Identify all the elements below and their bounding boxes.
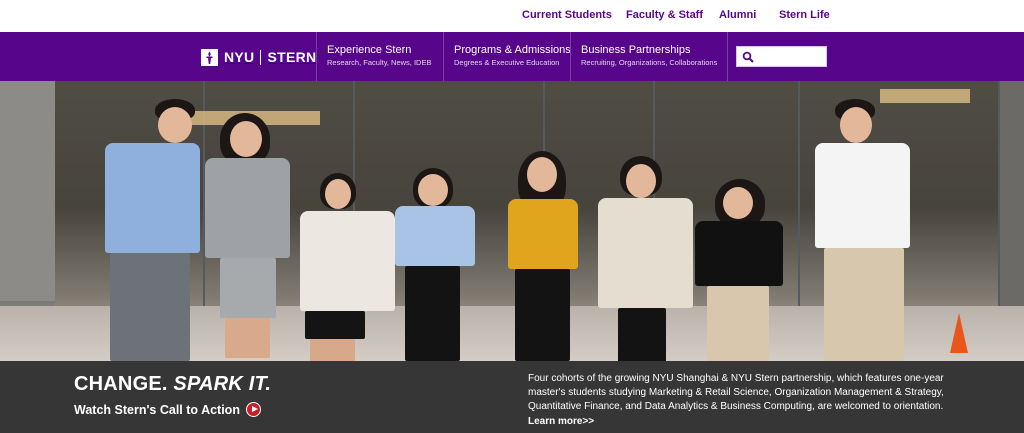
utility-link-current-students[interactable]: Current Students [522, 9, 612, 21]
main-nav: NYU STERN Experience Stern Research, Fac… [0, 32, 1024, 81]
nav-item-title: Experience Stern [327, 44, 412, 56]
banner-headline: CHANGE. SPARK IT. [74, 373, 271, 396]
nyu-stern-logo[interactable]: NYU STERN [201, 48, 316, 66]
logo-text-nyu: NYU [224, 49, 255, 65]
nav-divider [727, 32, 728, 81]
headline-main: CHANGE. [74, 373, 168, 395]
hero-photo [0, 81, 1024, 361]
search-icon[interactable] [742, 51, 754, 63]
logo-divider [260, 49, 262, 65]
nav-item-business-partnerships[interactable]: Business Partnerships Recruiting, Organi… [570, 32, 727, 81]
logo-wordmark: NYU STERN [224, 49, 316, 65]
torch-icon [201, 48, 218, 66]
traffic-cone [950, 313, 968, 353]
watch-call-to-action-link[interactable]: Watch Stern's Call to Action [74, 402, 261, 417]
nav-item-subtitle: Degrees & Executive Education [454, 58, 560, 67]
nav-item-programs-admissions[interactable]: Programs & Admissions Degrees & Executiv… [443, 32, 571, 81]
utility-link-faculty-staff[interactable]: Faculty & Staff [626, 9, 703, 21]
nav-item-title: Business Partnerships [581, 44, 691, 56]
utility-link-alumni[interactable]: Alumni [719, 9, 756, 21]
utility-link-stern-life[interactable]: Stern Life [779, 9, 830, 21]
cta-label: Watch Stern's Call to Action [74, 402, 240, 417]
nav-item-subtitle: Recruiting, Organizations, Collaboration… [581, 58, 718, 67]
play-circle-icon[interactable] [245, 402, 261, 417]
search-box[interactable] [736, 46, 827, 67]
nav-item-title: Programs & Admissions [454, 44, 571, 56]
banner-description: Four cohorts of the growing NYU Shanghai… [528, 373, 944, 412]
utility-nav: Current Students Faculty & Staff Alumni … [0, 0, 1024, 32]
logo-text-stern: STERN [267, 49, 317, 65]
nav-item-experience-stern[interactable]: Experience Stern Research, Faculty, News… [316, 32, 443, 81]
learn-more-link[interactable]: Learn more>> [528, 416, 594, 427]
ceiling-light [880, 89, 970, 103]
headline-emphasis: SPARK IT. [173, 373, 272, 395]
search-input[interactable] [757, 49, 825, 65]
building-wall [0, 81, 55, 301]
hero-banner: CHANGE. SPARK IT. Watch Stern's Call to … [0, 361, 1024, 433]
nav-item-subtitle: Research, Faculty, News, IDEB [327, 58, 432, 67]
